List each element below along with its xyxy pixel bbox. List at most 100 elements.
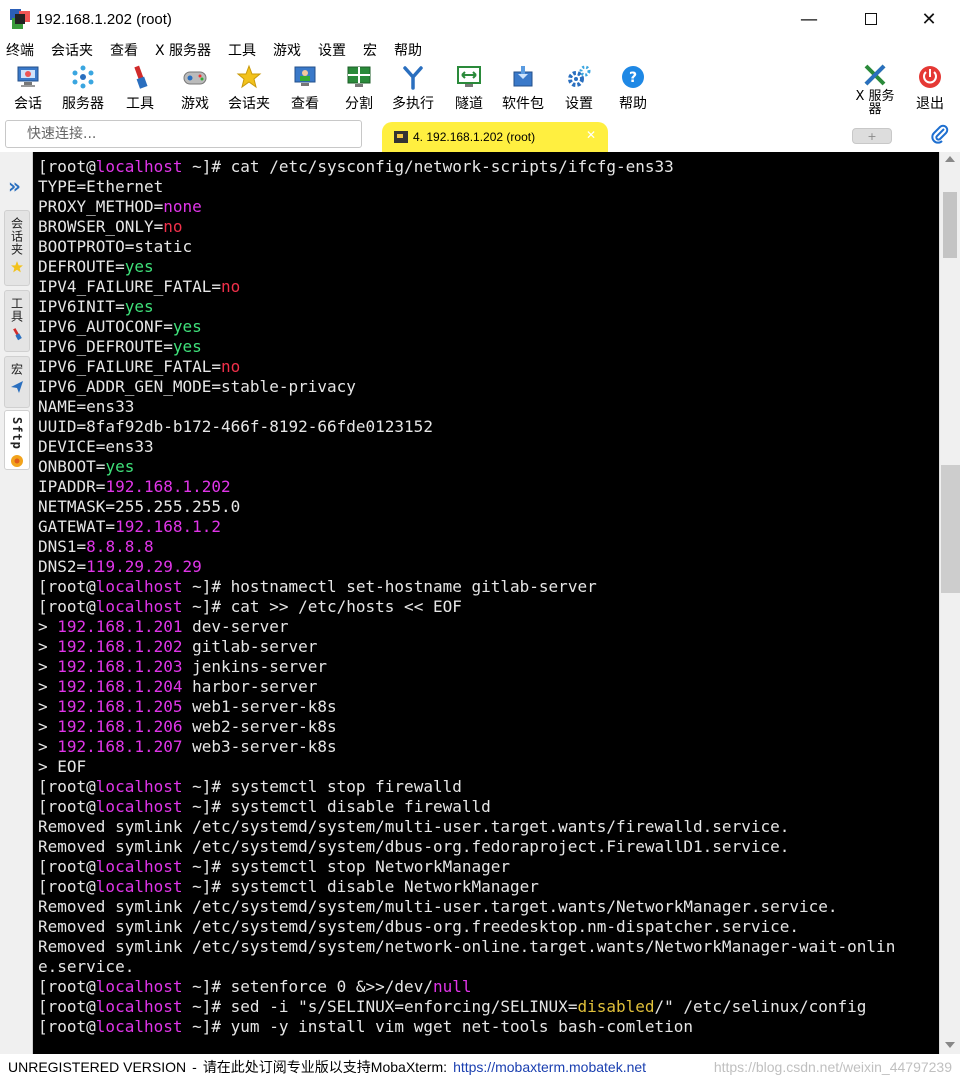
minimize-icon: —	[800, 8, 818, 30]
maximize-icon	[865, 13, 877, 25]
view-label: 查看	[291, 96, 319, 112]
settings-label: 设置	[565, 96, 593, 112]
split-button[interactable]: 分割	[345, 64, 373, 113]
terminal-text-segment: >	[38, 637, 58, 656]
menu-xserver[interactable]: X 服务器	[155, 40, 211, 60]
xserver-button[interactable]: X 服务器	[852, 62, 898, 116]
terminal-icon	[394, 131, 408, 143]
split-label: 分割	[345, 96, 373, 112]
new-tab-button[interactable]: +	[852, 128, 892, 144]
tab-close-icon[interactable]: ✕	[586, 128, 596, 142]
menu-tools[interactable]: 工具	[228, 40, 256, 60]
expand-sidebar-icon[interactable]: »	[8, 174, 21, 198]
terminal-line: [root@localhost ~]# systemctl disable Ne…	[38, 877, 939, 897]
menu-sessions[interactable]: 会话夹	[51, 40, 93, 60]
minimize-button[interactable]: —	[786, 0, 832, 38]
terminal-text-segment: localhost	[95, 877, 183, 896]
session-icon	[15, 64, 41, 90]
sidebar-tab-sftp[interactable]: Sftp	[4, 410, 30, 470]
terminal-text-segment: ~]# hostnamectl set-hostname gitlab-serv…	[182, 577, 597, 596]
main-toolbar: 会话 服务器 工具 游戏 会话夹 查看 分割 多执行 隧道 软件包 设置 ? 帮…	[0, 62, 960, 118]
terminal-text-segment: >	[38, 737, 58, 756]
servers-icon	[70, 64, 96, 90]
terminal-line: Removed symlink /etc/systemd/system/dbus…	[38, 917, 939, 937]
terminal-text-segment: Removed symlink /etc/systemd/system/dbus…	[38, 837, 790, 856]
menu-games[interactable]: 游戏	[273, 40, 301, 60]
games-button[interactable]: 游戏	[181, 64, 209, 113]
mobaxterm-link[interactable]: https://mobaxterm.mobatek.net	[453, 1059, 646, 1075]
terminal-line: e.service.	[38, 957, 939, 977]
help-button[interactable]: ? 帮助	[619, 64, 647, 113]
packages-icon	[510, 64, 536, 90]
quick-connect-input[interactable]: 快速连接...	[5, 120, 362, 148]
terminal-line: [root@localhost ~]# yum -y install vim w…	[38, 1017, 939, 1037]
sidebar-tab-tools[interactable]: 工具	[4, 290, 30, 352]
terminal-line: > 192.168.1.207 web3-server-k8s	[38, 737, 939, 757]
sftp-icon	[10, 454, 24, 472]
terminal-line: DEVICE=ens33	[38, 437, 939, 457]
terminal-text-segment: ~]# cat /etc/sysconfig/network-scripts/i…	[182, 157, 674, 176]
terminal-text-segment: IPV6_FAILURE_FATAL=	[38, 357, 222, 376]
terminal-text-segment: 192.168.1.203	[57, 657, 183, 676]
terminal-line: [root@localhost ~]# hostnamectl set-host…	[38, 577, 939, 597]
terminal-line: IPV6INIT=yes	[38, 297, 939, 317]
terminal-text-segment: yes	[105, 457, 135, 476]
sidebar-tab-macros[interactable]: 宏	[4, 356, 30, 408]
view-icon	[292, 64, 318, 90]
terminal-line: BOOTPROTO=static	[38, 237, 939, 257]
menu-macros[interactable]: 宏	[363, 40, 377, 60]
menu-help[interactable]: 帮助	[394, 40, 422, 60]
scroll-thumb[interactable]	[941, 465, 960, 593]
watermark: https://blog.csdn.net/weixin_44797239	[713, 1059, 952, 1075]
terminal-output[interactable]: [root@localhost ~]# cat /etc/sysconfig/n…	[33, 152, 939, 1054]
games-icon	[182, 64, 208, 90]
send-icon	[10, 380, 24, 398]
settings-button[interactable]: 设置	[565, 64, 593, 113]
paperclip-icon[interactable]	[930, 124, 950, 148]
terminal-scrollbar[interactable]	[939, 152, 960, 1054]
terminal-text-segment: DNS1=	[38, 537, 87, 556]
sessions-folder-button[interactable]: 会话夹	[228, 64, 270, 113]
packages-button[interactable]: 软件包	[502, 64, 544, 113]
terminal-text-segment: 192.168.1.205	[57, 697, 183, 716]
multiexec-icon	[400, 64, 426, 90]
sidebar-tab-sessions[interactable]: 会话夹	[4, 210, 30, 286]
scroll-up-icon[interactable]	[945, 156, 955, 162]
terminal-text-segment: localhost	[95, 977, 183, 996]
close-window-button[interactable]: ✕	[906, 0, 952, 38]
terminal-text-segment: null	[432, 977, 472, 996]
terminal-line: > 192.168.1.205 web1-server-k8s	[38, 697, 939, 717]
tools-button[interactable]: 工具	[126, 64, 154, 113]
tunnel-button[interactable]: 隧道	[455, 64, 483, 113]
session-tab-active[interactable]: 4. 192.168.1.202 (root) ✕	[382, 122, 608, 152]
tools-icon	[127, 64, 153, 90]
menu-view[interactable]: 查看	[110, 40, 138, 60]
menu-settings[interactable]: 设置	[318, 40, 346, 60]
servers-button[interactable]: 服务器	[62, 64, 104, 113]
session-button[interactable]: 会话	[14, 64, 42, 113]
svg-text:?: ?	[629, 70, 637, 86]
menu-terminal[interactable]: 终端	[6, 40, 34, 60]
terminal-text-segment: IPV6_DEFROUTE=	[38, 337, 173, 356]
exit-button[interactable]: 退出	[916, 64, 944, 113]
scroll-down-icon[interactable]	[945, 1042, 955, 1048]
maximize-button[interactable]	[848, 0, 894, 38]
terminal-text-segment: web2-server-k8s	[182, 717, 337, 736]
multiexec-button[interactable]: 多执行	[392, 64, 434, 113]
terminal-text-segment: harbor-server	[182, 677, 318, 696]
terminal-line: > 192.168.1.206 web2-server-k8s	[38, 717, 939, 737]
menu-bar: 终端 会话夹 查看 X 服务器 工具 游戏 设置 宏 帮助	[0, 38, 960, 62]
terminal-text-segment: ONBOOT=	[38, 457, 106, 476]
terminal-line: DNS2=119.29.29.29	[38, 557, 939, 577]
subscribe-message[interactable]: 请在此处订阅专业版以支持MobaXterm:	[203, 1057, 447, 1077]
terminal-text-segment: >	[38, 697, 58, 716]
terminal-line: [root@localhost ~]# cat >> /etc/hosts <<…	[38, 597, 939, 617]
terminal-text-segment: localhost	[95, 857, 183, 876]
terminal-text-segment: ~]# sed -i "s/SELINUX=enforcing/SELINUX=	[182, 997, 578, 1016]
terminal-text-segment: Removed symlink /etc/systemd/system/mult…	[38, 817, 790, 836]
terminal-text-segment: TYPE=Ethernet	[38, 177, 164, 196]
terminal-text-segment: no	[221, 277, 241, 296]
view-button[interactable]: 查看	[291, 64, 319, 113]
quick-connect-row: 快速连接... 4. 192.168.1.202 (root) ✕ +	[0, 118, 960, 152]
terminal-text-segment: no	[221, 357, 241, 376]
